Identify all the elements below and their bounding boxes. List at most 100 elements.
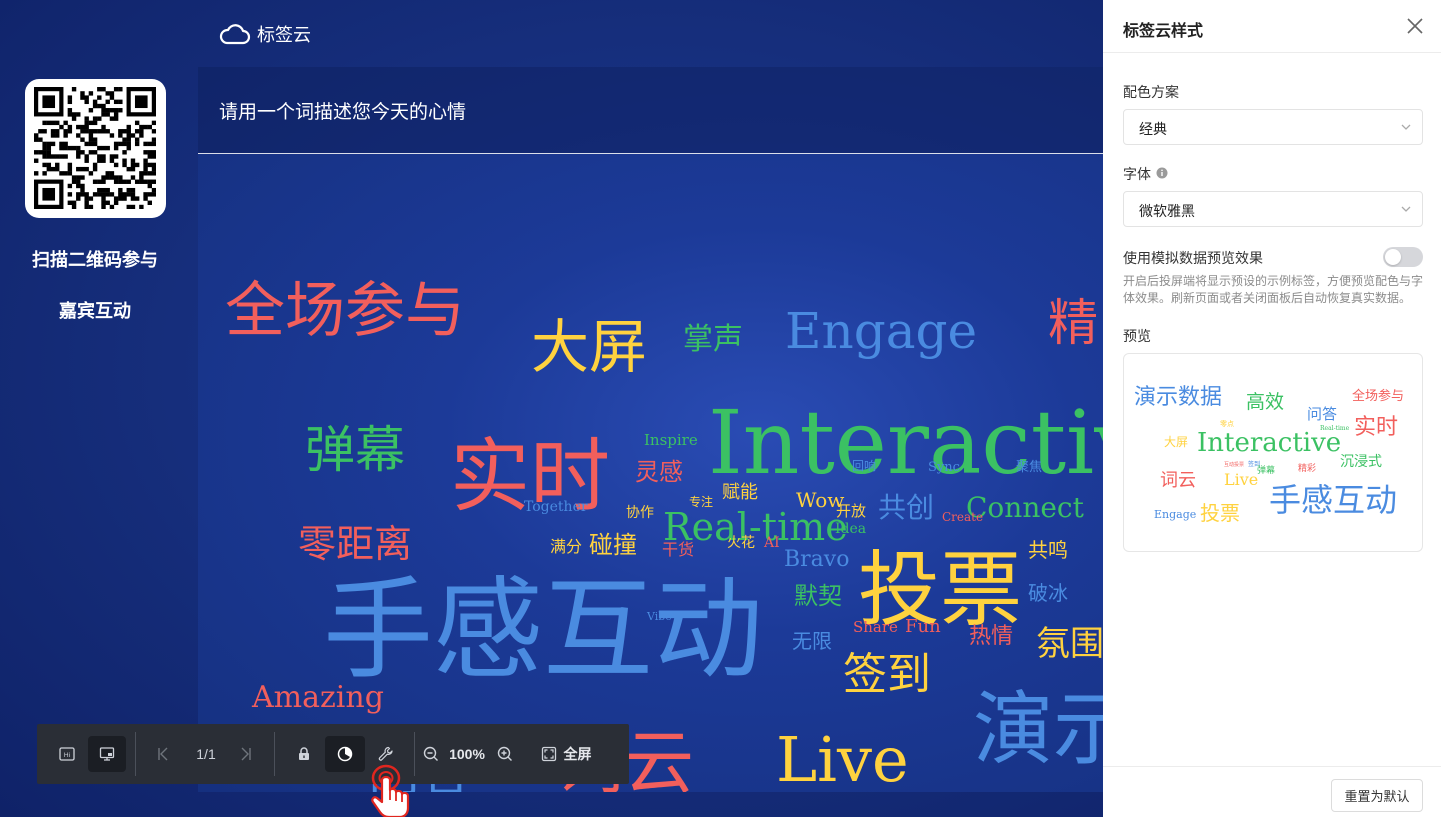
preview-word-cloud: 演示数据 高效问答全场参与零点Real-time 实时大屏 Interactive沉浸…	[1134, 385, 1404, 525]
cloud-word: Interactive	[708, 391, 1103, 494]
cloud-word: 掌声	[683, 322, 743, 357]
cloud-word: 赋能	[722, 482, 758, 503]
cloud-word: 全场参与	[225, 276, 465, 346]
cloud-word: Fun	[905, 616, 941, 637]
color-scheme-label: 配色方案	[1123, 84, 1179, 100]
cloud-word: 干货	[662, 540, 694, 559]
cloud-word: 共鸣	[1028, 538, 1068, 562]
cloud-word: 破冰	[1028, 581, 1068, 605]
cloud-word: 演示	[973, 683, 1103, 776]
cloud-word: Share	[853, 618, 898, 636]
toolbar-divider	[135, 732, 136, 776]
zoom-out-icon	[423, 746, 438, 761]
cloud-word: 签到	[843, 649, 931, 700]
font-select[interactable]: 微软雅黑	[1123, 191, 1423, 227]
first-page-button[interactable]	[150, 736, 176, 772]
cloud-word: 碰撞	[589, 531, 637, 559]
preview-word: 词云	[1160, 470, 1196, 491]
preview-word: 精彩	[1298, 462, 1316, 474]
cloud-word: Together	[524, 499, 588, 515]
mock-data-toggle[interactable]	[1383, 247, 1423, 267]
word-cloud-panel: 请用一个词描述您今天的心情 全场参与 大屏 掌声 Engage 精弹幕 实时 Inspire…	[198, 67, 1103, 792]
preview-word: 问答	[1307, 405, 1337, 423]
fullscreen-icon	[541, 746, 556, 762]
last-page-button[interactable]	[233, 736, 259, 772]
first-page-icon	[158, 747, 168, 761]
toggle-knob	[1385, 249, 1401, 265]
mock-data-label: 使用模拟数据预览效果	[1123, 250, 1263, 266]
cloud-word: Live	[776, 723, 909, 792]
preview-word: 互动投票	[1224, 461, 1244, 468]
hi-icon: Hi	[59, 747, 75, 761]
preview-word: 大屏	[1164, 435, 1188, 449]
last-page-icon	[241, 747, 251, 761]
preview-word: Live	[1224, 470, 1258, 489]
preview-box: 演示数据 高效 问答 全场参与 零点 Real-time 实时 大屏 Interactive 沉浸…	[1123, 353, 1423, 552]
reset-default-button[interactable]: 重置为默认	[1331, 779, 1423, 812]
cloud-word: Amazing	[251, 680, 384, 715]
cloud-word: Bravo	[784, 547, 849, 572]
qr-code-image	[34, 87, 156, 209]
lock-icon	[299, 747, 309, 760]
cloud-word: 大屏	[531, 313, 647, 381]
wrench-icon	[378, 746, 393, 761]
chevron-down-icon	[1401, 124, 1411, 130]
hi-button[interactable]: Hi	[51, 736, 83, 772]
svg-text:Hi: Hi	[64, 752, 70, 759]
cloud-word: Create	[942, 510, 983, 524]
app-title: 标签云	[257, 25, 311, 45]
cloud-word: 无限	[792, 629, 832, 653]
zoom-out-button[interactable]	[421, 736, 441, 772]
pie-chart-icon	[337, 746, 353, 762]
preview-word: 投票	[1200, 501, 1240, 525]
pointer-hand-icon	[371, 764, 410, 817]
word-cloud: 全场参与大屏掌声Engage精弹幕实时Inspire灵感Interactive零…	[225, 276, 1103, 792]
zoom-in-button[interactable]	[495, 736, 515, 772]
color-scheme-select[interactable]: 经典	[1123, 109, 1423, 145]
cloud-word: 零距离	[298, 522, 412, 566]
preview-word: 演示数据	[1134, 385, 1222, 410]
cloud-word: 聚焦	[1016, 460, 1042, 475]
preview-word: 零点	[1220, 420, 1234, 428]
qr-code-card	[25, 79, 166, 218]
preview-word: 沉浸式	[1340, 454, 1382, 470]
qr-caption-line-1: 扫描二维码参与	[32, 250, 158, 270]
toolbar-divider	[274, 732, 275, 776]
cloud-word: 协作	[626, 505, 654, 521]
cloud-word: 默契	[794, 582, 842, 610]
cloud-word: Vibe	[646, 610, 672, 623]
question-band: 请用一个词描述您今天的心情	[198, 67, 1103, 154]
preview-word: 手感互动	[1269, 481, 1397, 519]
preview-word: Engage	[1154, 508, 1196, 521]
preview-label: 预览	[1123, 328, 1151, 344]
question-text: 请用一个词描述您今天的心情	[219, 102, 467, 123]
cloud-word: Engage	[785, 302, 977, 360]
screen-mode-button[interactable]	[88, 736, 126, 772]
cloud-word: 火花	[727, 535, 755, 551]
panel-footer-divider	[1103, 766, 1441, 767]
close-icon[interactable]	[1403, 14, 1427, 38]
cloud-word: 回响	[852, 458, 876, 473]
panel-divider	[1103, 52, 1441, 53]
preview-word: Interactive	[1197, 428, 1341, 458]
cloud-word: Sync	[928, 460, 960, 475]
info-icon[interactable]	[1156, 167, 1168, 179]
cloud-word: 氛围	[1036, 624, 1103, 664]
font-label: 字体	[1123, 166, 1151, 182]
projection-stage: 标签云 扫描二维码参与 嘉宾互动 请用一个词描述您今天的心情 全场参与 大屏 掌声 E…	[0, 0, 1103, 817]
cloud-word: Idea	[835, 521, 866, 537]
cloud-word: 弹幕	[305, 421, 405, 479]
cloud-word: 热情	[969, 624, 1013, 649]
zoom-level: 100%	[449, 746, 485, 762]
color-scheme-value: 经典	[1139, 121, 1167, 137]
panel-title: 标签云样式	[1123, 23, 1204, 40]
cloud-word: 满分	[550, 537, 582, 556]
cloud-word: 灵感	[635, 458, 683, 486]
style-settings-panel: 标签云样式 配色方案 经典 字体 微软雅黑 使用模拟数据预览效果 开启后投屏端将…	[1103, 0, 1441, 817]
font-value: 微软雅黑	[1139, 203, 1195, 219]
cloud-word: 精	[1048, 294, 1098, 352]
fullscreen-label: 全屏	[563, 746, 592, 762]
page-indicator: 1/1	[196, 746, 216, 762]
fullscreen-button[interactable]: 全屏	[535, 736, 597, 772]
lock-button[interactable]	[291, 736, 317, 772]
